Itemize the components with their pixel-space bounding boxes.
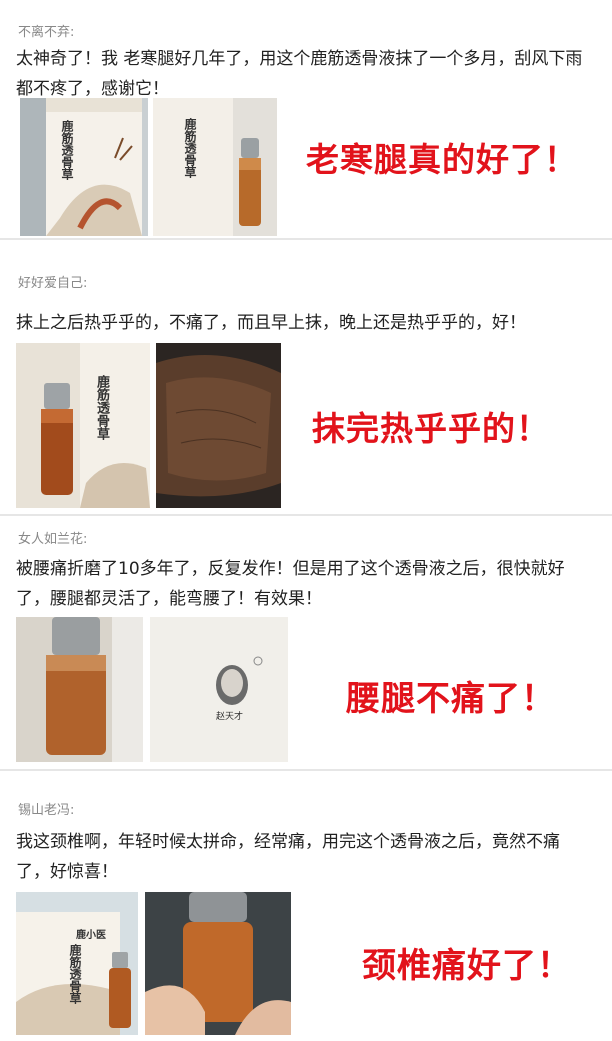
box-title: 鹿筋透骨草 <box>183 118 197 178</box>
post-2: 好好爱自己: 抹上之后热乎乎的，不痛了，而且早上抹，晚上还是热乎乎的，好！ 鹿筋… <box>0 240 612 516</box>
skin-photo <box>156 343 281 508</box>
post-username: 锡山老冯: <box>18 803 75 818</box>
portrait-image <box>150 617 288 762</box>
slogan: 腰腿不痛了！ <box>346 679 556 719</box>
brand-portrait-photo: 赵天才 <box>150 617 288 762</box>
product-box-photo: 鹿筋透骨草 <box>20 98 148 236</box>
post-text: 我这颈椎啊，年轻时候太拼命，经常痛，用完这个透骨液之后，竟然不痛了，好惊喜！ <box>16 832 560 882</box>
box-title: 鹿筋透骨草 <box>68 944 82 1004</box>
skin-image <box>156 343 281 508</box>
post-username: 好好爱自己: <box>18 276 88 291</box>
post-text: 太神奇了！我 老寒腿好几年了，用这个鹿筋透骨液抹了一个多月，刮风下雨都不疼了，感… <box>16 49 583 99</box>
post-username: 不离不弃: <box>18 25 75 40</box>
product-bottle-photo: 鹿筋透骨草 <box>153 98 277 236</box>
post-text: 抹上之后热乎乎的，不痛了，而且早上抹，晚上还是热乎乎的，好！ <box>16 313 526 333</box>
box-title: 鹿筋透骨草 <box>60 120 74 180</box>
product-box-image <box>20 98 148 236</box>
product-bottle-photo <box>16 617 143 762</box>
post-3: 女人如兰花: 被腰痛折磨了10多年了，反复发作！但是用了这个透骨液之后，很快就好… <box>0 516 612 771</box>
post-4: 锡山老冯: 我这颈椎啊，年轻时候太拼命，经常痛，用完这个透骨液之后，竟然不痛了，… <box>0 771 612 1041</box>
product-bottle-photo: 鹿筋透骨草 <box>16 343 150 508</box>
product-box-photo: 鹿小医 鹿筋透骨草 <box>16 892 138 1035</box>
bottle-image <box>16 617 143 762</box>
post-username: 女人如兰花: <box>18 532 88 547</box>
slogan: 抹完热乎乎的！ <box>312 409 550 448</box>
bottle-box-image <box>153 98 277 236</box>
slogan: 老寒腿真的好了！ <box>306 140 578 179</box>
slogan: 颈椎痛好了！ <box>362 946 572 986</box>
post-1: 不离不弃: 太神奇了！我 老寒腿好几年了，用这个鹿筋透骨液抹了一个多月，刮风下雨… <box>0 0 612 240</box>
box-brand: 鹿小医 <box>76 930 106 941</box>
bottle-box-image <box>16 343 150 508</box>
box-title: 鹿筋透骨草 <box>94 375 109 440</box>
hand-bottle-image <box>145 892 291 1035</box>
post-text: 被腰痛折磨了10多年了，反复发作！但是用了这个透骨液之后，很快就好了，腰腿都灵活… <box>16 559 565 609</box>
bottle-in-hand-photo <box>145 892 291 1035</box>
portrait-caption: 赵天才 <box>216 712 244 722</box>
